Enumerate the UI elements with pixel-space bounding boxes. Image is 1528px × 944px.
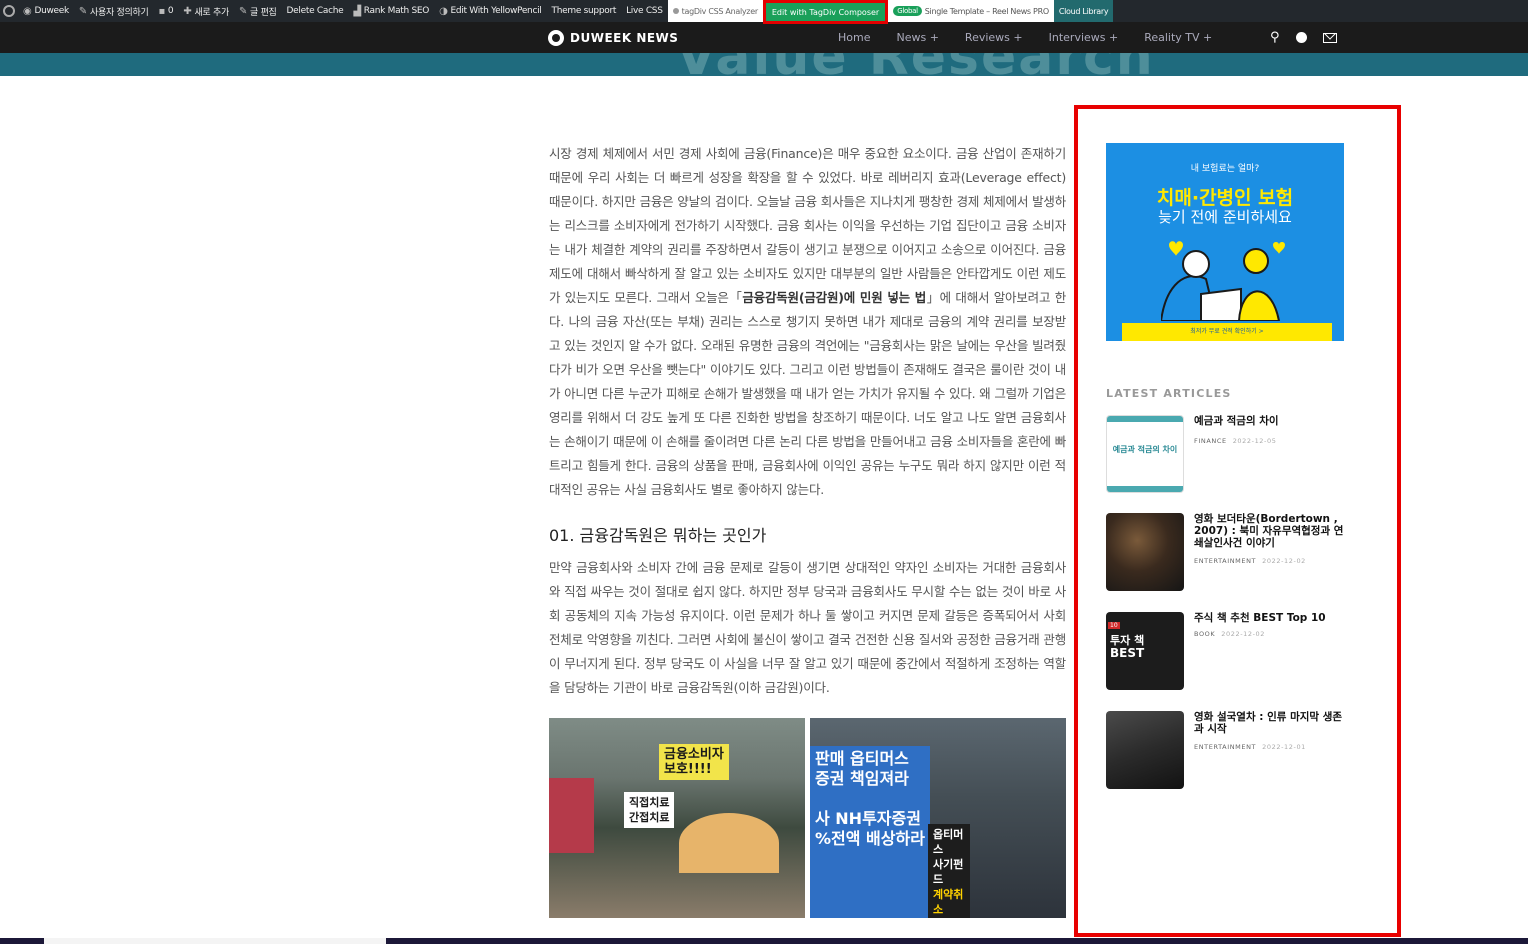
article-thumbnail[interactable]: 10 투자 책 BEST bbox=[1106, 612, 1184, 690]
nav-item-interviews[interactable]: Interviews + bbox=[1049, 31, 1119, 44]
admin-bar: ◉ Duweek ✎ 사용자 정의하기 ▪ 0 ✚ 새로 추가 ✎ 글 편집 Delete… bbox=[0, 0, 1528, 24]
article-title[interactable]: 영화 설국열차 : 인류 마지막 생존과 시작 bbox=[1194, 711, 1346, 735]
nav-item-home[interactable]: Home bbox=[838, 31, 870, 44]
site-header: DUWEEK NEWS Home News + Reviews + Interv… bbox=[0, 22, 1528, 53]
umbrella-shape bbox=[679, 813, 779, 873]
intro-bold-text: 금융감독원(금감원)에 민원 넣는 법 bbox=[742, 290, 927, 305]
article-category[interactable]: FINANCE bbox=[1194, 437, 1227, 445]
hero-banner: Value Research bbox=[0, 53, 1528, 76]
article-meta: ENTERTAINMENT 2022-12-01 bbox=[1194, 743, 1306, 751]
logo-icon bbox=[548, 29, 564, 46]
global-badge: Global bbox=[893, 6, 922, 16]
article-date: 2022-12-01 bbox=[1262, 743, 1306, 751]
ad-cta[interactable]: 최저가 무료 견적 확인하기 > bbox=[1122, 323, 1332, 341]
admin-customize-link[interactable]: ✎ 사용자 정의하기 bbox=[74, 0, 154, 22]
protest-photo-right: 판매 옵티머스 증권 책임져라 사 NH투자증권 %전액 배상하라 옵티머스 사… bbox=[810, 718, 1066, 918]
section-paragraph: 만약 금융회사와 소비자 간에 금융 문제로 갈등이 생기면 상대적인 약자인 … bbox=[549, 560, 1066, 695]
article-category[interactable]: ENTERTAINMENT bbox=[1194, 743, 1256, 751]
article-thumbnail[interactable] bbox=[1106, 513, 1184, 591]
banner-title: Value Research bbox=[676, 53, 1155, 76]
bottom-strip bbox=[0, 938, 1528, 944]
article-meta: ENTERTAINMENT 2022-12-02 bbox=[1194, 557, 1306, 565]
article-meta: FINANCE 2022-12-05 bbox=[1194, 437, 1276, 445]
header-icons: ⚲ bbox=[1270, 22, 1337, 53]
search-icon[interactable]: ⚲ bbox=[1270, 30, 1280, 45]
admin-new-link[interactable]: ✚ 새로 추가 bbox=[178, 0, 234, 22]
photo-row: 금융소비자 보호!!!! 직접치료 간접치료 판매 옵티머스 증권 책임져라 사… bbox=[549, 718, 1066, 918]
protester-shape bbox=[549, 778, 594, 853]
admin-single-template-link[interactable]: Global Single Template – Reel News PRO bbox=[888, 0, 1054, 22]
comment-icon: ▪ bbox=[158, 5, 165, 17]
admin-yellowpencil-link[interactable]: ◑ Edit With YellowPencil bbox=[434, 0, 546, 22]
article-category[interactable]: ENTERTAINMENT bbox=[1194, 557, 1256, 565]
latest-articles-heading: LATEST ARTICLES bbox=[1106, 387, 1232, 400]
protest-photo-left: 금융소비자 보호!!!! 직접치료 간접치료 bbox=[549, 718, 805, 918]
site-logo[interactable]: DUWEEK NEWS bbox=[548, 22, 678, 53]
latest-article-item[interactable]: 영화 보더타운(Bordertown , 2007) : 북미 자유무역협정과 … bbox=[1106, 513, 1346, 593]
pencil-icon: ✎ bbox=[238, 5, 248, 17]
article-category[interactable]: BOOK bbox=[1194, 630, 1215, 638]
article-title[interactable]: 영화 보더타운(Bordertown , 2007) : 북미 자유무역협정과 … bbox=[1194, 513, 1346, 549]
latest-article-item[interactable]: 예금과 적금의 차이 예금과 적금의 차이 FINANCE 2022-12-05 bbox=[1106, 415, 1346, 495]
dashboard-icon: ◉ bbox=[23, 5, 32, 17]
admin-live-css-link[interactable]: Live CSS bbox=[621, 0, 668, 22]
admin-rank-math-link[interactable]: ▟ Rank Math SEO bbox=[348, 0, 434, 22]
main-nav: Home News + Reviews + Interviews + Reali… bbox=[838, 22, 1212, 53]
article-title[interactable]: 예금과 적금의 차이 bbox=[1194, 415, 1346, 427]
section-heading: 01. 금융감독원은 뭐하는 곳인가 bbox=[549, 526, 767, 545]
article-thumbnail[interactable]: 예금과 적금의 차이 bbox=[1106, 415, 1184, 493]
admin-cloud-library-link[interactable]: Cloud Library bbox=[1053, 0, 1114, 22]
admin-comments-link[interactable]: ▪ 0 bbox=[153, 0, 178, 22]
brush-icon: ✎ bbox=[78, 5, 88, 17]
edit-composer-highlight: Edit with TagDiv Composer bbox=[762, 0, 889, 24]
chart-icon: ▟ bbox=[353, 5, 361, 17]
mail-icon[interactable] bbox=[1322, 32, 1337, 43]
plus-icon: ✚ bbox=[183, 5, 192, 17]
admin-site-link[interactable]: ◉ Duweek bbox=[18, 0, 74, 22]
ad-question: 내 보험료는 얼마? bbox=[1190, 164, 1260, 174]
nav-item-reviews[interactable]: Reviews + bbox=[965, 31, 1023, 44]
article-thumbnail[interactable] bbox=[1106, 711, 1184, 789]
sidebar: 내 보험료는 얼마? 치매·간병인 보험 늦기 전에 준비하세요 최저가 무료 … bbox=[1074, 105, 1401, 937]
status-dot-icon bbox=[672, 8, 679, 14]
admin-delete-cache-link[interactable]: Delete Cache bbox=[282, 0, 349, 22]
latest-article-item[interactable]: 10 투자 책 BEST 주식 책 추천 BEST Top 10 BOOK 202… bbox=[1106, 612, 1346, 692]
admin-edit-post-link[interactable]: ✎ 글 편집 bbox=[234, 0, 282, 22]
photo-sign: 판매 옵티머스 증권 책임져라 사 NH투자증권 %전액 배상하라 bbox=[810, 746, 930, 918]
intro-paragraph: 시장 경제 체제에서 서민 경제 사회에 금융(Finance)은 매우 중요한… bbox=[549, 146, 1066, 497]
article-date: 2022-12-02 bbox=[1221, 630, 1266, 638]
caregiver-illustration bbox=[1161, 241, 1285, 321]
article-body: 시장 경제 체제에서 서민 경제 사회에 금융(Finance)은 매우 중요한… bbox=[549, 142, 1066, 918]
nav-item-reality-tv[interactable]: Reality TV + bbox=[1144, 31, 1212, 44]
photo-sign: 옵티머스 사기펀드 계약취소 bbox=[928, 824, 970, 918]
ad-subtitle: 늦기 전에 준비하세요 bbox=[1158, 208, 1292, 226]
admin-theme-support-link[interactable]: Theme support bbox=[547, 0, 622, 22]
yellowpencil-icon: ◑ bbox=[439, 5, 448, 17]
photo-sign: 직접치료 간접치료 bbox=[624, 792, 675, 828]
admin-css-analyzer-link[interactable]: tagDiv CSS Analyzer bbox=[667, 0, 763, 22]
dark-mode-icon[interactable] bbox=[1295, 32, 1307, 43]
latest-article-item[interactable]: 영화 설국열차 : 인류 마지막 생존과 시작 ENTERTAINMENT 202… bbox=[1106, 711, 1346, 791]
article-date: 2022-12-05 bbox=[1232, 437, 1277, 445]
wordpress-logo-icon[interactable] bbox=[0, 0, 18, 22]
photo-sign: 금융소비자 보호!!!! bbox=[659, 744, 729, 780]
insurance-ad[interactable]: 내 보험료는 얼마? 치매·간병인 보험 늦기 전에 준비하세요 최저가 무료 … bbox=[1106, 143, 1344, 341]
edit-with-composer-button[interactable]: Edit with TagDiv Composer bbox=[765, 3, 886, 21]
article-title[interactable]: 주식 책 추천 BEST Top 10 bbox=[1194, 612, 1346, 624]
article-meta: BOOK 2022-12-02 bbox=[1194, 630, 1265, 638]
article-date: 2022-12-02 bbox=[1262, 557, 1306, 565]
nav-item-news[interactable]: News + bbox=[896, 31, 938, 44]
